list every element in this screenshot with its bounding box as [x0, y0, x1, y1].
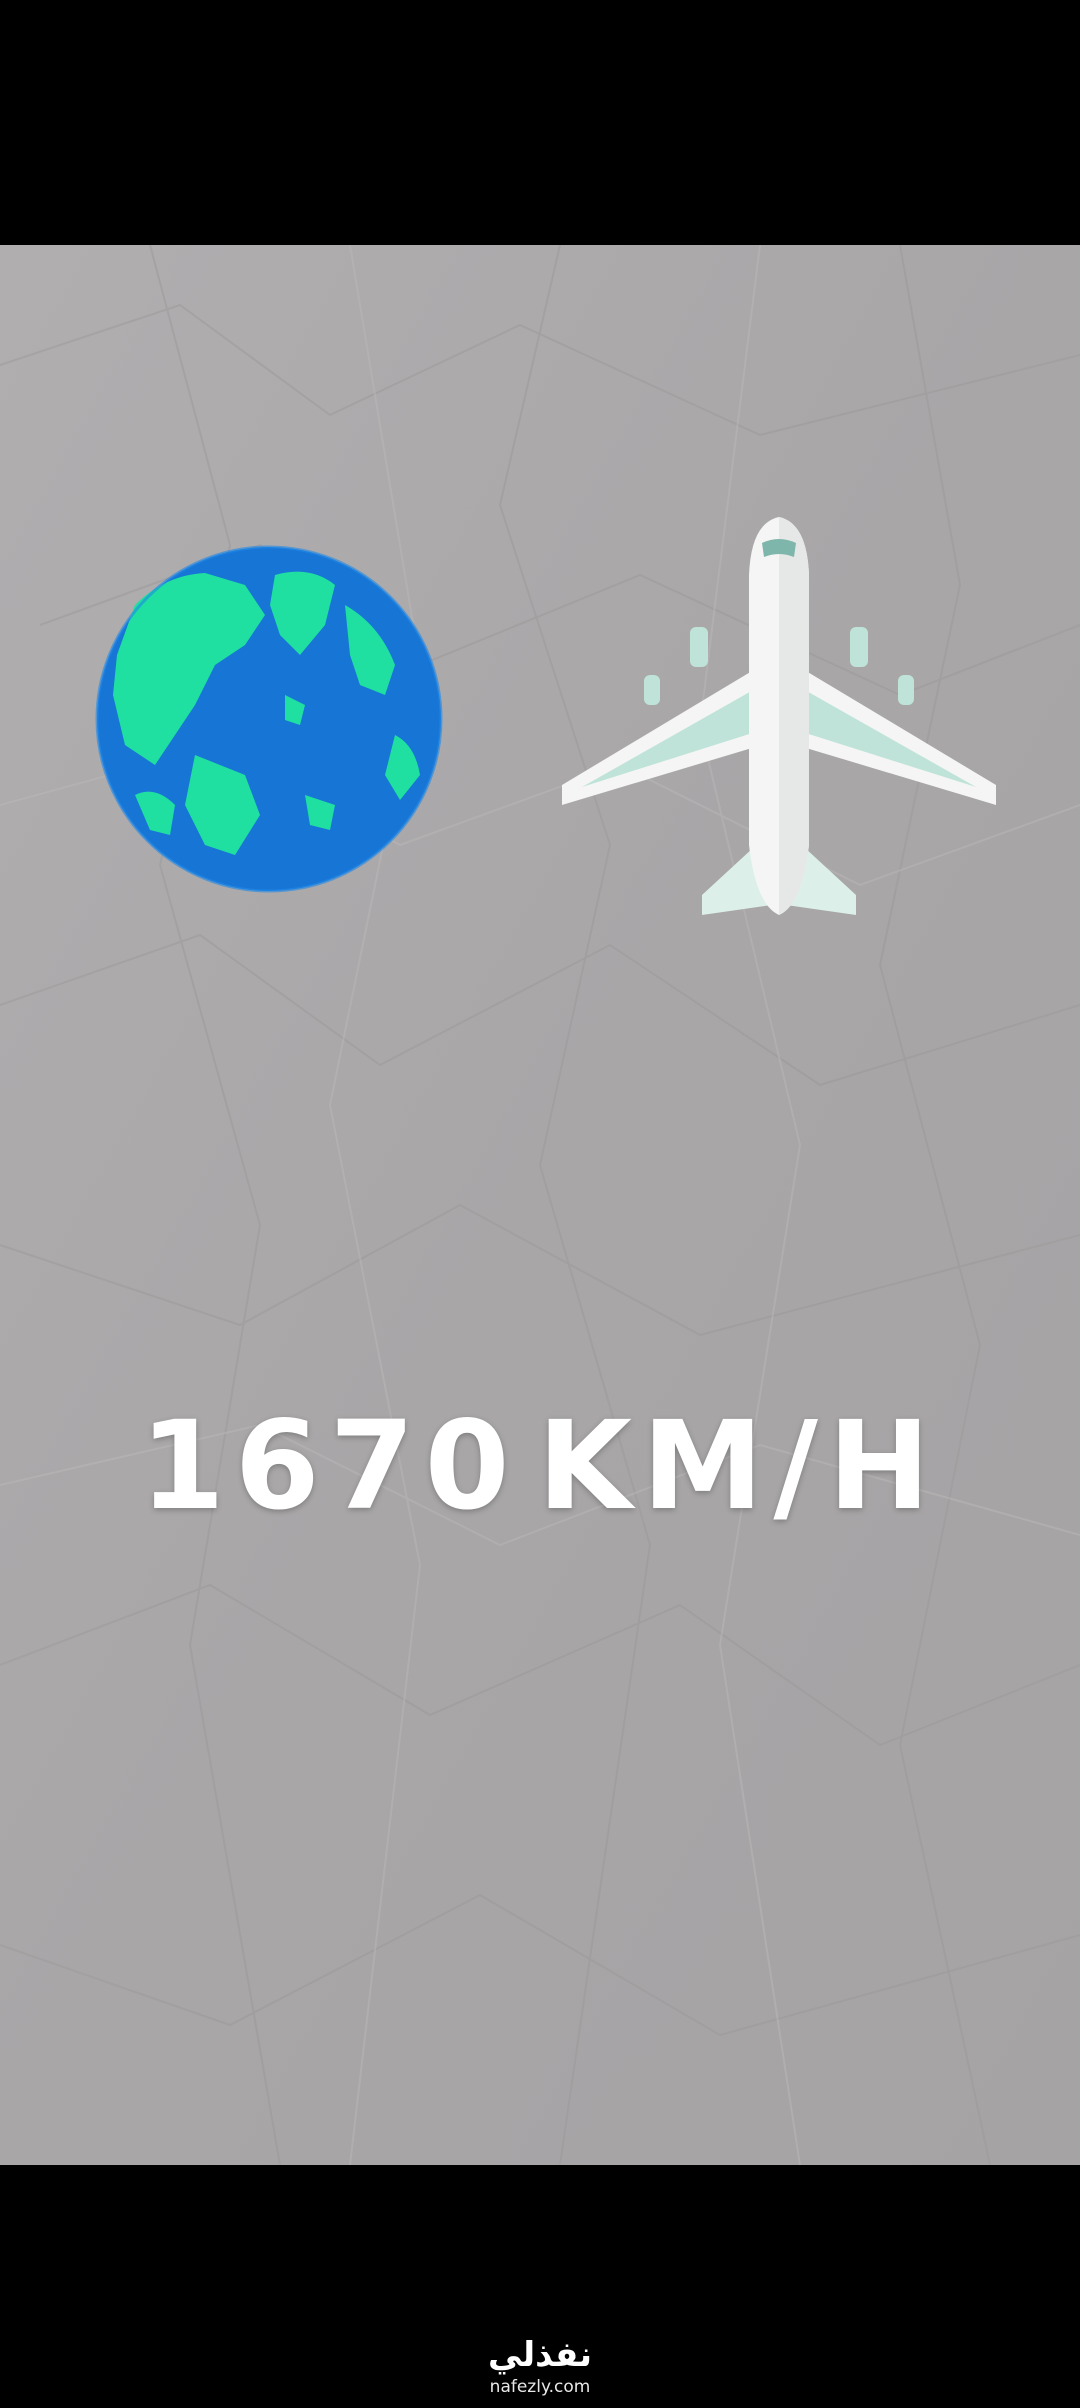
- watermark-url: nafezly.com: [489, 2377, 591, 2397]
- watermark-brand: نفذلي: [487, 2335, 593, 2375]
- watermark-logo: نفذلي nafezly.com: [440, 2335, 640, 2405]
- screen: 1670 KM/H نفذلي nafezly.com: [0, 0, 1080, 2408]
- video-frame[interactable]: 1670 KM/H: [0, 245, 1080, 2165]
- earth-globe-icon: [95, 545, 443, 893]
- airplane-icon: [562, 517, 996, 915]
- speed-unit: KM/H: [537, 1395, 941, 1537]
- bottom-letterbox: نفذلي nafezly.com: [0, 2165, 1080, 2408]
- speed-value: 1670: [139, 1395, 520, 1537]
- top-letterbox: [0, 0, 1080, 245]
- speed-label: 1670 KM/H: [0, 1405, 1080, 1527]
